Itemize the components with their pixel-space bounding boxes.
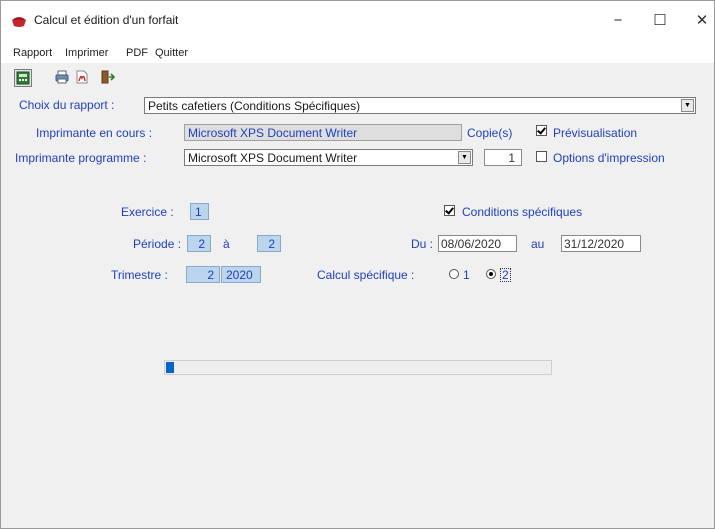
print-options-label: Options d'impression bbox=[553, 151, 665, 165]
calcul-option-2-label: 2 bbox=[500, 268, 511, 282]
main-window: Calcul et édition d'un forfait − ☐ ✕ Rap… bbox=[0, 0, 715, 529]
progress-bar bbox=[164, 360, 552, 375]
periode-from-field[interactable]: 2 bbox=[187, 235, 211, 252]
printer-icon bbox=[55, 70, 69, 84]
chevron-down-icon[interactable]: ▼ bbox=[681, 99, 694, 112]
preview-label: Prévisualisation bbox=[553, 126, 638, 140]
pdf-button[interactable] bbox=[74, 69, 92, 87]
conditions-label: Conditions spécifiques bbox=[462, 205, 583, 219]
printer-current-field: Microsoft XPS Document Writer bbox=[184, 124, 462, 141]
print-button[interactable] bbox=[54, 69, 72, 87]
report-label: Choix du rapport : bbox=[19, 98, 115, 112]
printer-program-select[interactable]: Microsoft XPS Document Writer ▼ bbox=[184, 149, 473, 166]
menu-rapport[interactable]: Rapport bbox=[13, 47, 52, 59]
report-value: Petits cafetiers (Conditions Spécifiques… bbox=[148, 99, 361, 113]
window-title: Calcul et édition d'un forfait bbox=[34, 13, 179, 27]
date-from-field[interactable]: 08/06/2020 bbox=[438, 235, 517, 252]
minimize-button[interactable]: − bbox=[606, 11, 630, 31]
trimestre-quarter-field[interactable]: 2 bbox=[186, 266, 220, 283]
date-from-label: Du : bbox=[411, 237, 434, 251]
close-button[interactable]: ✕ bbox=[690, 11, 714, 31]
menu-bar: Rapport Imprimer PDF Quitter bbox=[1, 41, 714, 63]
copies-input[interactable]: 1 bbox=[484, 149, 522, 166]
periode-to-label: à bbox=[223, 237, 230, 251]
date-from-value: 08/06/2020 bbox=[441, 237, 502, 251]
chevron-down-icon[interactable]: ▼ bbox=[458, 151, 471, 164]
printer-program-label: Imprimante programme : bbox=[15, 151, 147, 165]
exercice-field[interactable]: 1 bbox=[190, 203, 209, 220]
trimestre-quarter-value: 2 bbox=[207, 268, 214, 282]
report-select[interactable]: Petits cafetiers (Conditions Spécifiques… bbox=[144, 97, 696, 114]
menu-pdf[interactable]: PDF bbox=[126, 47, 148, 59]
trimestre-label: Trimestre : bbox=[111, 268, 168, 282]
exit-icon bbox=[101, 70, 116, 84]
title-bar: Calcul et édition d'un forfait − ☐ ✕ bbox=[1, 1, 714, 41]
toolbar bbox=[1, 65, 714, 95]
maximize-button[interactable]: ☐ bbox=[648, 11, 672, 31]
exercice-label: Exercice : bbox=[121, 205, 174, 219]
trimestre-year-field[interactable]: 2020 bbox=[221, 266, 261, 283]
copies-label: Copie(s) bbox=[467, 126, 513, 140]
trimestre-year-value: 2020 bbox=[226, 268, 253, 282]
menu-quitter[interactable]: Quitter bbox=[155, 47, 188, 59]
printer-program-value: Microsoft XPS Document Writer bbox=[188, 151, 358, 165]
periode-label: Période : bbox=[133, 237, 182, 251]
conditions-checkbox[interactable] bbox=[444, 205, 455, 216]
calculator-button[interactable] bbox=[14, 69, 32, 87]
app-icon bbox=[12, 17, 26, 27]
printer-current-value: Microsoft XPS Document Writer bbox=[188, 126, 358, 140]
date-to-value: 31/12/2020 bbox=[564, 237, 625, 251]
exercice-value: 1 bbox=[195, 205, 202, 219]
calcul-label: Calcul spécifique : bbox=[317, 268, 415, 282]
progress-fill bbox=[166, 362, 174, 373]
printer-current-label: Imprimante en cours : bbox=[36, 126, 153, 140]
calcul-option-1-radio[interactable] bbox=[449, 269, 459, 279]
copies-value: 1 bbox=[508, 151, 515, 165]
exit-button[interactable] bbox=[99, 69, 117, 87]
calcul-option-1-label: 1 bbox=[463, 268, 470, 282]
periode-from-value: 2 bbox=[198, 237, 205, 251]
calculator-icon bbox=[16, 71, 30, 85]
calcul-option-2-radio[interactable] bbox=[486, 269, 496, 279]
pdf-icon bbox=[76, 70, 88, 84]
periode-to-value: 2 bbox=[268, 237, 275, 251]
preview-checkbox[interactable] bbox=[536, 125, 547, 136]
menu-imprimer[interactable]: Imprimer bbox=[65, 47, 108, 59]
date-to-label: au bbox=[531, 237, 545, 251]
date-to-field[interactable]: 31/12/2020 bbox=[561, 235, 641, 252]
print-options-checkbox[interactable] bbox=[536, 151, 547, 162]
periode-to-field[interactable]: 2 bbox=[257, 235, 281, 252]
